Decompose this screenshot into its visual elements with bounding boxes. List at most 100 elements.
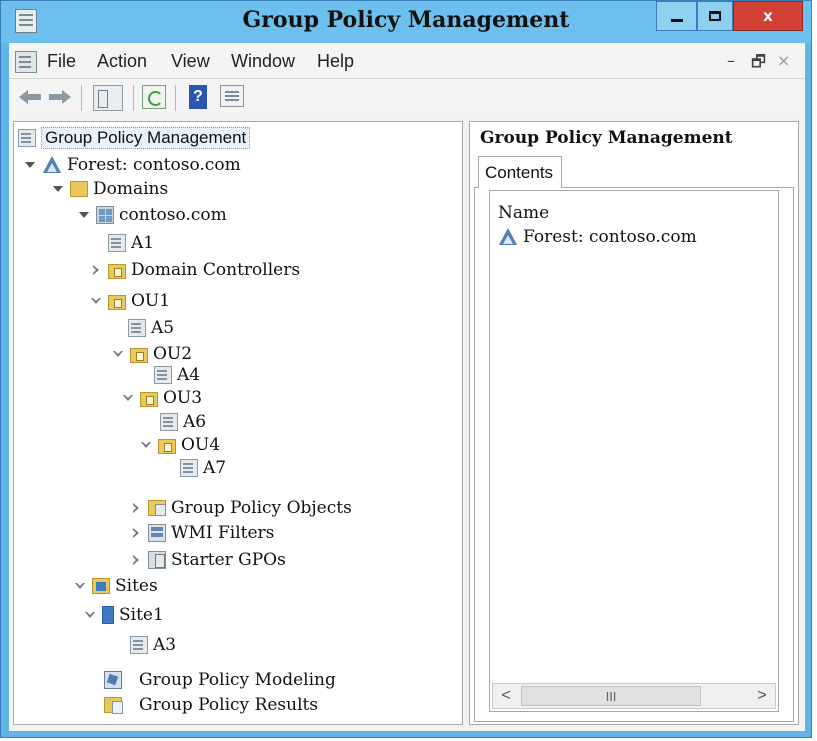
tree-node-ou4[interactable]: OU4 xyxy=(140,433,220,457)
tab-contents[interactable]: Contents xyxy=(478,156,562,188)
tree-label: A7 xyxy=(203,458,227,478)
column-header-name[interactable]: Name xyxy=(498,203,549,223)
horizontal-scrollbar[interactable]: < III > xyxy=(492,683,776,709)
tree-label: WMI Filters xyxy=(171,523,275,543)
tree-node-root[interactable]: Group Policy Management xyxy=(18,126,251,150)
tree-node-a6[interactable]: A6 xyxy=(160,410,206,434)
scroll-right-icon[interactable]: > xyxy=(749,684,775,708)
tree-label: Domain Controllers xyxy=(131,260,301,280)
tree-node-ou1[interactable]: OU1 xyxy=(90,289,170,313)
gpo-link-icon xyxy=(180,459,198,477)
tree-node-a3[interactable]: A3 xyxy=(130,633,176,657)
tree-label: OU3 xyxy=(163,388,203,408)
minimize-button[interactable] xyxy=(656,1,697,31)
forest-icon xyxy=(42,156,62,174)
forest-icon xyxy=(498,228,518,246)
tree-label: OU1 xyxy=(131,291,171,311)
menu-action[interactable]: Action xyxy=(97,51,147,72)
expand-toggle-icon[interactable] xyxy=(78,209,90,221)
expand-toggle-icon[interactable] xyxy=(112,348,124,360)
site-icon xyxy=(102,606,114,624)
tree-label: Group Policy Objects xyxy=(171,498,352,518)
tree-node-ou3[interactable]: OU3 xyxy=(122,386,202,410)
tree-label: A3 xyxy=(153,635,177,655)
tree-label: Group Policy Results xyxy=(139,695,319,715)
forward-icon[interactable] xyxy=(49,90,71,114)
menu-file[interactable]: File xyxy=(47,51,76,72)
menu-window[interactable]: Window xyxy=(231,51,295,72)
maximize-icon xyxy=(709,11,721,21)
menu-bar: File Action View Window Help – 🗗 × xyxy=(9,43,805,79)
gp-modeling-icon xyxy=(104,671,122,689)
toolbar-separator xyxy=(81,85,82,111)
tree-label: A6 xyxy=(183,412,207,432)
tree-node-starter-gpos[interactable]: Starter GPOs xyxy=(130,548,286,572)
gpo-link-icon xyxy=(130,636,148,654)
tree-node-site1[interactable]: Site1 xyxy=(84,603,164,627)
tree-node-contoso[interactable]: contoso.com xyxy=(78,203,227,227)
expand-toggle-icon[interactable] xyxy=(130,502,142,514)
menu-view[interactable]: View xyxy=(171,51,210,72)
tree-node-forest[interactable]: Forest: contoso.com xyxy=(24,153,241,177)
expand-toggle-icon[interactable] xyxy=(140,439,152,451)
scroll-thumb[interactable]: III xyxy=(521,686,701,706)
tree-label: Domains xyxy=(93,179,169,199)
close-button[interactable]: x xyxy=(733,1,803,31)
mdi-minimize-button[interactable]: – xyxy=(727,51,735,70)
tree-label: Forest: contoso.com xyxy=(67,155,241,175)
tree-node-sites[interactable]: Sites xyxy=(74,574,158,598)
sites-icon xyxy=(92,578,110,594)
tree-node-wmi-filters[interactable]: WMI Filters xyxy=(130,521,274,545)
expand-toggle-icon[interactable] xyxy=(52,183,64,195)
tree-node-gp-results[interactable]: Group Policy Results xyxy=(104,693,318,717)
expand-toggle-icon[interactable] xyxy=(130,554,142,566)
help-icon[interactable]: ? xyxy=(189,85,207,109)
back-icon[interactable] xyxy=(19,90,41,114)
details-pane-title: Group Policy Management xyxy=(480,128,733,148)
tree-node-a1[interactable]: A1 xyxy=(108,231,154,255)
console-menu-icon[interactable] xyxy=(15,51,37,73)
list-item-label: Forest: contoso.com xyxy=(523,227,697,247)
expand-toggle-icon[interactable] xyxy=(84,609,96,621)
tree-node-domain-controllers[interactable]: Domain Controllers xyxy=(90,258,300,282)
domains-folder-icon xyxy=(70,181,88,197)
expand-toggle-icon[interactable] xyxy=(24,159,36,171)
tree-node-gpo-objects[interactable]: Group Policy Objects xyxy=(130,496,352,520)
title-bar[interactable]: Group Policy Management x xyxy=(1,1,811,43)
toolbar-separator xyxy=(133,85,134,111)
ou-folder-icon xyxy=(108,294,126,310)
ou-folder-icon xyxy=(140,391,158,407)
mdi-restore-button[interactable]: 🗗 xyxy=(751,51,766,78)
show-hide-console-tree-icon[interactable] xyxy=(93,85,123,111)
properties-icon[interactable] xyxy=(220,85,244,107)
tree-node-a4[interactable]: A4 xyxy=(154,363,200,387)
gpo-link-icon xyxy=(154,366,172,384)
tree-label: OU4 xyxy=(181,435,221,455)
toolbar-separator xyxy=(175,85,176,111)
expand-toggle-icon[interactable] xyxy=(122,392,134,404)
app-window: Group Policy Management x File Action Vi… xyxy=(0,0,812,738)
client-area: File Action View Window Help – 🗗 × ? Gro… xyxy=(9,43,805,731)
expand-toggle-icon[interactable] xyxy=(90,295,102,307)
minimize-icon xyxy=(670,18,683,22)
expand-toggle-icon[interactable] xyxy=(74,580,86,592)
ou-folder-icon xyxy=(158,438,176,454)
scroll-left-icon[interactable]: < xyxy=(493,684,519,708)
tree-node-a7[interactable]: A7 xyxy=(180,456,226,480)
tree-node-a5[interactable]: A5 xyxy=(128,316,174,340)
gpo-link-icon xyxy=(108,234,126,252)
expand-toggle-icon[interactable] xyxy=(90,264,102,276)
tree-label: Group Policy Modeling xyxy=(139,670,336,690)
refresh-icon[interactable] xyxy=(142,85,166,109)
maximize-button[interactable] xyxy=(697,1,733,31)
contents-list[interactable]: Name Forest: contoso.com < III > xyxy=(489,190,779,712)
list-item[interactable]: Forest: contoso.com xyxy=(498,227,697,247)
toolbar: ? xyxy=(9,79,805,115)
expand-toggle-icon[interactable] xyxy=(130,527,142,539)
mdi-close-button[interactable]: × xyxy=(777,51,790,70)
console-tree[interactable]: Group Policy Management Forest: contoso.… xyxy=(13,121,463,725)
tree-node-domains[interactable]: Domains xyxy=(52,177,168,201)
tree-label: Starter GPOs xyxy=(171,550,286,570)
menu-help[interactable]: Help xyxy=(317,51,354,72)
tree-node-gp-modeling[interactable]: Group Policy Modeling xyxy=(104,668,336,692)
